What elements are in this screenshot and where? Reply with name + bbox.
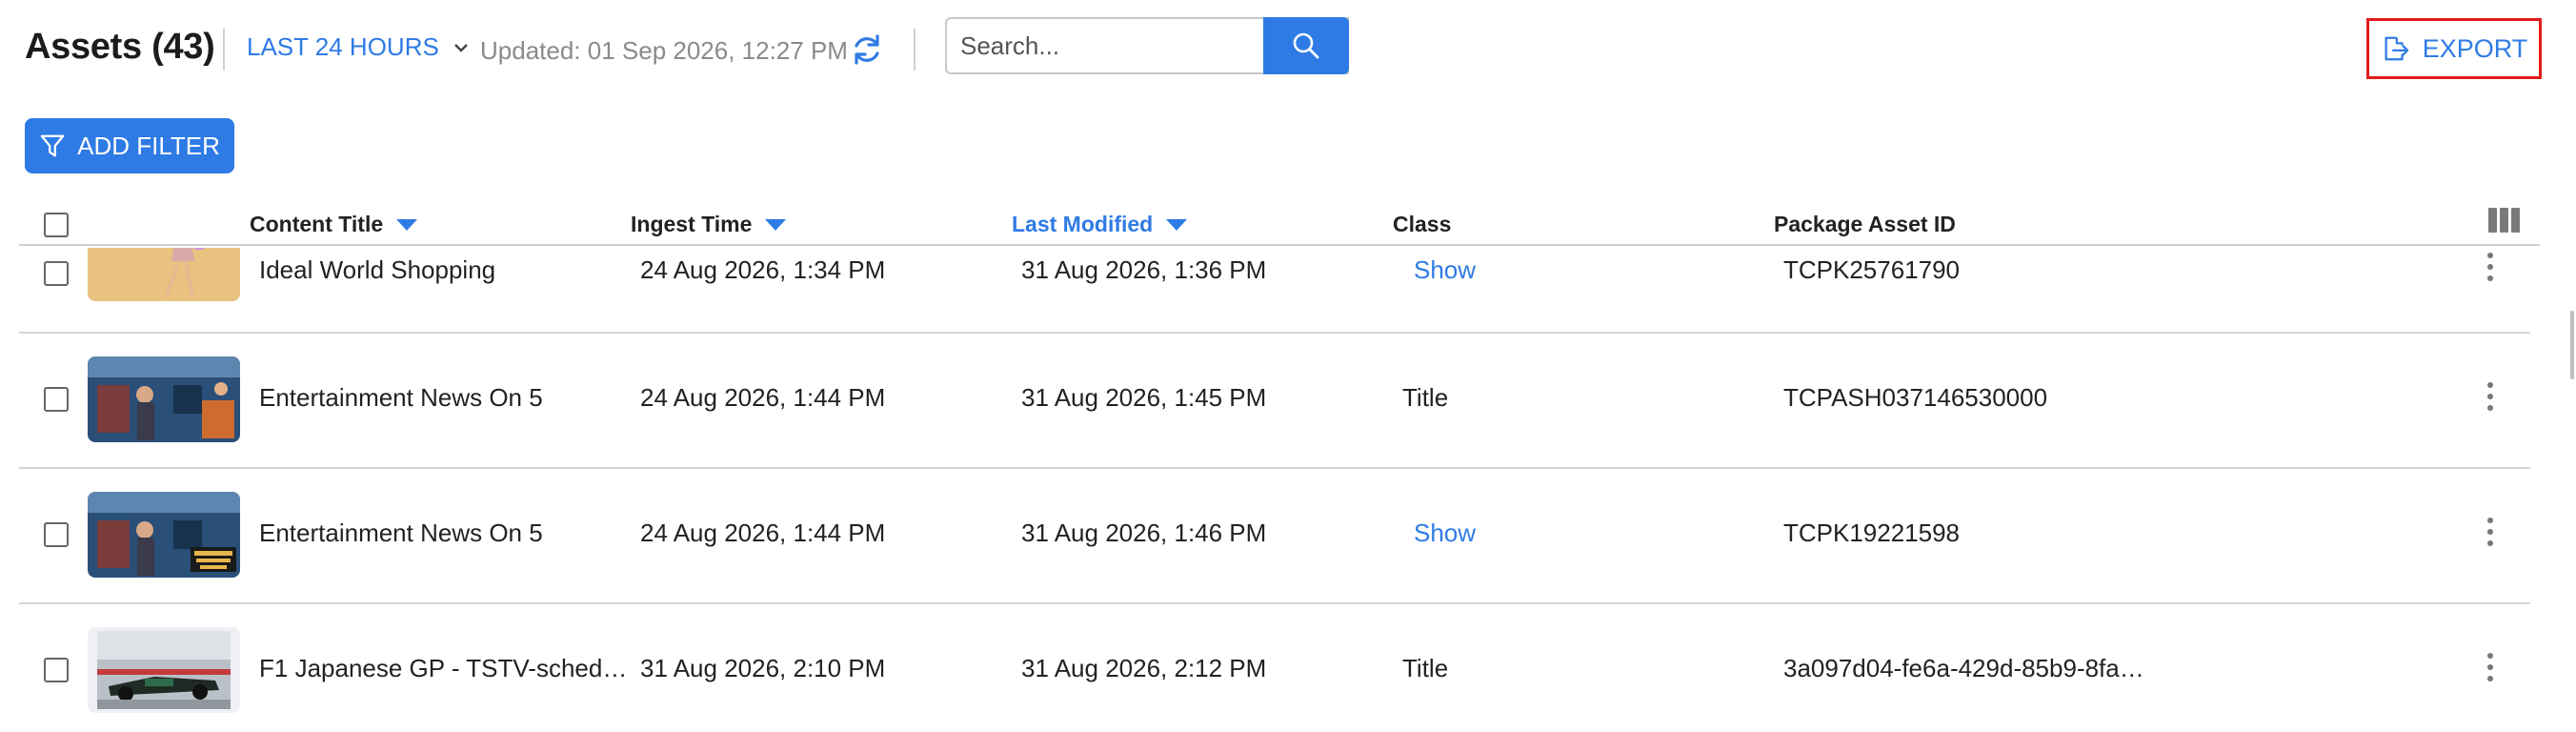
ingest-time: 31 Aug 2026, 2:10 PM bbox=[640, 654, 886, 682]
row-checkbox[interactable] bbox=[44, 658, 69, 682]
export-icon bbox=[2385, 36, 2408, 61]
package-asset-id: TCPASH037146530000 bbox=[1783, 383, 2048, 412]
ingest-time: 24 Aug 2026, 1:34 PM bbox=[640, 255, 886, 284]
content-title: Entertainment News On 5 bbox=[259, 518, 543, 547]
row-checkbox[interactable] bbox=[44, 261, 69, 286]
class-value: Title bbox=[1402, 654, 1449, 682]
sort-desc-icon bbox=[765, 218, 787, 231]
column-label: Content Title bbox=[250, 212, 384, 236]
refresh-icon bbox=[855, 34, 879, 65]
add-filter-button[interactable]: ADD FILTER bbox=[25, 118, 234, 173]
export-button[interactable]: EXPORT bbox=[2366, 18, 2542, 79]
class-value: Title bbox=[1402, 383, 1449, 412]
time-range-dropdown[interactable]: LAST 24 HOURS bbox=[247, 32, 470, 62]
more-options-icon[interactable] bbox=[2487, 382, 2493, 411]
more-options-icon[interactable] bbox=[2487, 253, 2493, 281]
chevron-down-icon bbox=[453, 43, 468, 52]
last-modified: 31 Aug 2026, 1:46 PM bbox=[1021, 518, 1267, 547]
class-link[interactable]: Show bbox=[1414, 518, 1476, 548]
column-header-package-asset-id[interactable]: Package Asset ID bbox=[1774, 212, 1956, 237]
toolbar: Assets (43) LAST 24 HOURS Updated: 01 Se… bbox=[0, 0, 2576, 105]
column-label: Package Asset ID bbox=[1774, 212, 1956, 236]
divider bbox=[223, 29, 225, 71]
more-options-icon[interactable] bbox=[2487, 653, 2493, 681]
column-settings-icon[interactable] bbox=[2488, 208, 2520, 233]
thumbnail bbox=[88, 356, 240, 442]
content-title: Entertainment News On 5 bbox=[259, 383, 543, 412]
last-modified: 31 Aug 2026, 1:36 PM bbox=[1021, 255, 1267, 284]
last-modified: 31 Aug 2026, 2:12 PM bbox=[1021, 654, 1267, 682]
search-icon bbox=[1293, 32, 1319, 59]
thumbnail bbox=[88, 492, 240, 578]
column-header-last-modified[interactable]: Last Modified bbox=[1012, 212, 1188, 237]
column-label: Class bbox=[1393, 212, 1452, 236]
ingest-time: 24 Aug 2026, 1:44 PM bbox=[640, 518, 886, 547]
package-asset-id: TCPK25761790 bbox=[1783, 255, 1961, 284]
sort-desc-icon bbox=[396, 218, 418, 231]
thumbnail bbox=[88, 248, 240, 301]
column-label: Ingest Time bbox=[631, 212, 753, 236]
class-link[interactable]: Show bbox=[1414, 255, 1476, 285]
table-row[interactable]: Entertainment News On 5 24 Aug 2026, 1:4… bbox=[19, 469, 2530, 604]
table-row[interactable]: Entertainment News On 5 24 Aug 2026, 1:4… bbox=[19, 334, 2530, 469]
column-header-ingest-time[interactable]: Ingest Time bbox=[631, 212, 787, 237]
time-range-label: LAST 24 HOURS bbox=[247, 32, 439, 61]
column-header-class[interactable]: Class bbox=[1393, 212, 1451, 237]
divider bbox=[914, 29, 916, 71]
column-label: Last Modified bbox=[1012, 212, 1154, 236]
column-header-content-title[interactable]: Content Title bbox=[250, 212, 418, 237]
last-modified: 31 Aug 2026, 1:45 PM bbox=[1021, 383, 1267, 412]
table-body: Ideal World Shopping 24 Aug 2026, 1:34 P… bbox=[19, 248, 2534, 732]
ingest-time: 24 Aug 2026, 1:44 PM bbox=[640, 383, 886, 412]
refresh-button[interactable] bbox=[848, 30, 886, 69]
thumbnail bbox=[88, 627, 240, 713]
search-button[interactable] bbox=[1263, 17, 1349, 74]
content-title: Ideal World Shopping bbox=[259, 255, 496, 284]
page-title: Assets (43) bbox=[25, 27, 215, 67]
export-label: EXPORT bbox=[2422, 33, 2528, 63]
row-checkbox[interactable] bbox=[44, 522, 69, 547]
select-all-checkbox[interactable] bbox=[44, 213, 69, 237]
table-row[interactable]: Ideal World Shopping 24 Aug 2026, 1:34 P… bbox=[19, 248, 2530, 334]
package-asset-id: TCPK19221598 bbox=[1783, 518, 1961, 547]
content-title: F1 Japanese GP - TSTV-sched… bbox=[259, 654, 628, 682]
table-header: Content Title Ingest Time Last Modified … bbox=[19, 204, 2540, 246]
row-checkbox[interactable] bbox=[44, 387, 69, 412]
add-filter-label: ADD FILTER bbox=[77, 131, 220, 160]
scrollbar-thumb[interactable] bbox=[2570, 311, 2574, 379]
sort-desc-icon bbox=[1166, 218, 1188, 231]
table-row[interactable]: F1 Japanese GP - TSTV-sched… 31 Aug 2026… bbox=[19, 604, 2530, 732]
more-options-icon[interactable] bbox=[2487, 518, 2493, 546]
package-asset-id: 3a097d04-fe6a-429d-85b9-8fa… bbox=[1783, 654, 2144, 682]
filter-icon bbox=[40, 134, 65, 157]
updated-timestamp: Updated: 01 Sep 2026, 12:27 PM bbox=[480, 36, 848, 65]
